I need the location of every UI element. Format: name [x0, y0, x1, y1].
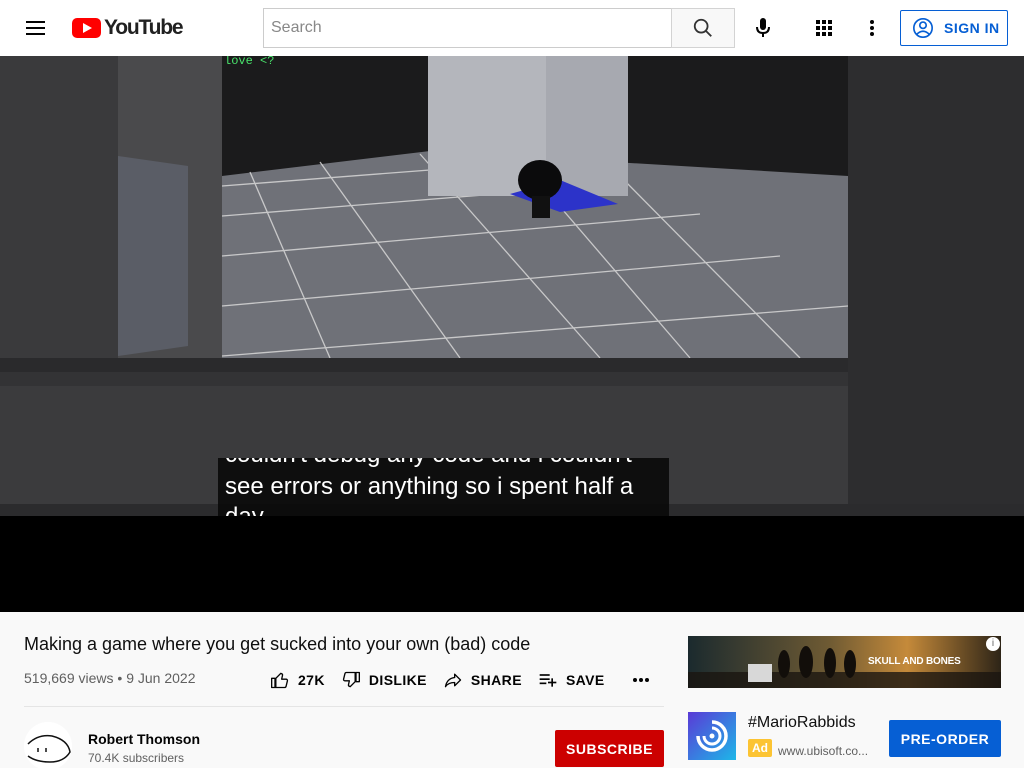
ubisoft-swirl-icon — [688, 712, 736, 760]
sign-in-button[interactable]: SIGN IN — [900, 10, 1008, 46]
view-count: 519,669 views — [24, 670, 114, 686]
youtube-logo[interactable]: YouTube — [72, 16, 184, 39]
thumb-down-icon — [342, 671, 360, 688]
search-input[interactable] — [263, 8, 672, 48]
playlist-add-icon — [539, 674, 557, 687]
logo-text: YouTube — [104, 16, 184, 39]
avatar-drawing — [24, 722, 72, 768]
pre-order-button[interactable]: PRE-ORDER — [889, 720, 1001, 757]
share-label: SHARE — [470, 672, 522, 688]
video-title: Making a game where you get sucked into … — [24, 634, 531, 654]
share-button[interactable]: SHARE — [435, 662, 530, 698]
video-player[interactable]: love <? see errors or anything so i spen… — [0, 56, 1024, 612]
mic-icon — [756, 18, 770, 37]
search-button[interactable] — [671, 8, 735, 48]
caption-line-mid: see errors or anything so i spent half a — [225, 473, 634, 500]
video-actions: 27K DISLIKE SHARE SAVE — [262, 662, 665, 698]
ad-title[interactable]: #MarioRabbids — [748, 714, 856, 732]
save-button[interactable]: SAVE — [530, 662, 613, 698]
search-icon — [693, 18, 712, 37]
channel-name[interactable]: Robert Thomson — [88, 731, 200, 747]
divider — [24, 706, 664, 707]
ad-url[interactable]: www.ubisoft.co... — [778, 744, 868, 758]
caption-line-top-clip: couldn't debug any code and i couldn't — [218, 458, 669, 470]
channel-avatar[interactable] — [24, 722, 72, 768]
caption-line-bottom: day — [225, 502, 662, 516]
like-count: 27K — [298, 672, 325, 688]
svg-text:love <?: love <? — [224, 56, 274, 68]
voice-search-button[interactable] — [743, 8, 783, 48]
ad-banner-title: SKULL AND BONES — [868, 656, 961, 667]
more-actions-button[interactable] — [613, 662, 665, 698]
ad-badge: Ad — [748, 739, 772, 757]
more-vert-icon — [870, 20, 874, 36]
video-scene: love <? — [0, 56, 1024, 516]
save-label: SAVE — [565, 672, 605, 688]
dislike-button[interactable]: DISLIKE — [333, 662, 435, 698]
caption-line-top: couldn't debug any code and i couldn't — [218, 458, 669, 470]
ad-logo[interactable] — [688, 712, 736, 760]
sign-in-label: SIGN IN — [944, 20, 1000, 36]
like-button[interactable]: 27K — [262, 662, 333, 698]
account-icon — [913, 18, 933, 38]
apps-grid-icon — [816, 20, 832, 36]
subscriber-count: 70.4K subscribers — [88, 751, 185, 765]
ad-info-icon[interactable]: i — [986, 637, 1000, 651]
subscribe-button[interactable]: SUBSCRIBE — [555, 730, 664, 767]
ad-banner[interactable]: SKULL AND BONES — [688, 636, 1001, 688]
thumb-up-icon — [271, 672, 289, 689]
share-icon — [444, 673, 462, 688]
meta-separator: • — [117, 670, 123, 686]
video-frame: love <? — [0, 56, 1024, 516]
more-horiz-icon — [632, 678, 649, 682]
menu-icon[interactable] — [20, 16, 52, 40]
upload-date: 9 Jun 2022 — [126, 670, 196, 686]
video-meta: 519,669 views • 9 Jun 2022 — [24, 670, 196, 686]
dislike-label: DISLIKE — [368, 672, 427, 688]
apps-button[interactable] — [804, 8, 844, 48]
youtube-play-icon — [72, 18, 101, 38]
masthead: YouTube SIGN IN — [0, 0, 1024, 56]
settings-more-button[interactable] — [852, 8, 892, 48]
